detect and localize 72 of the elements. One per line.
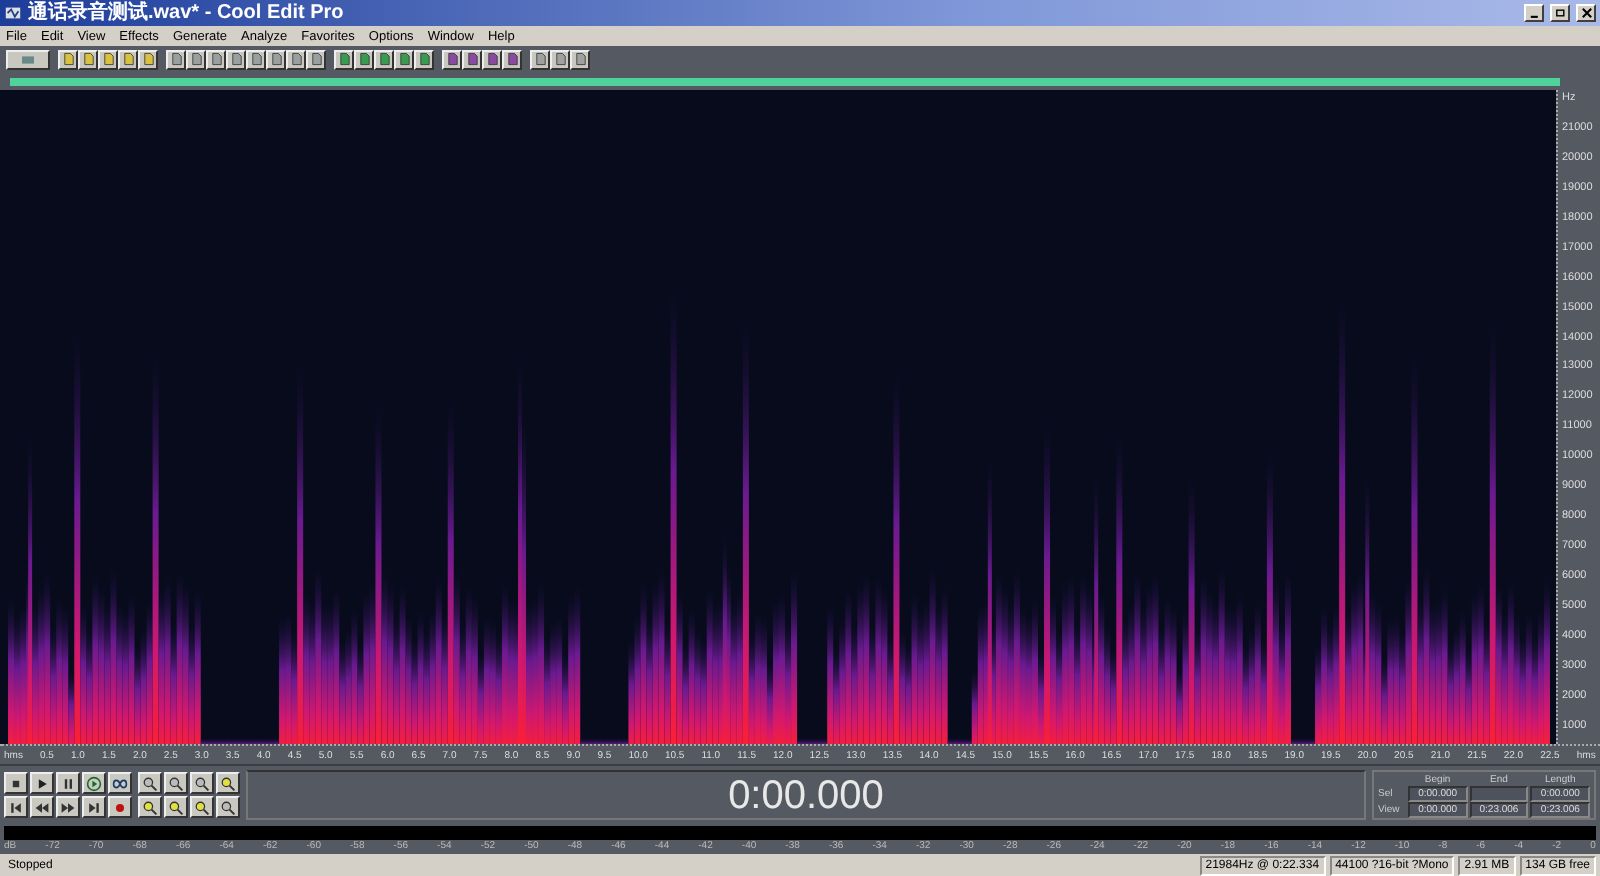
- magnifier-icon: [220, 799, 236, 815]
- skip-start-icon: [8, 799, 24, 815]
- skip-end-button[interactable]: [82, 796, 106, 818]
- play-button[interactable]: [30, 772, 54, 794]
- toolbar-button[interactable]: [206, 49, 226, 69]
- toolbar-button[interactable]: [442, 49, 462, 69]
- close-icon: [1579, 6, 1593, 20]
- fast-forward-button[interactable]: [56, 796, 80, 818]
- overview-bar[interactable]: [10, 77, 1560, 85]
- pause-icon: [60, 775, 76, 791]
- zoom-button[interactable]: [138, 772, 162, 794]
- toolbar-button[interactable]: [354, 49, 374, 69]
- zoom-button[interactable]: [190, 772, 214, 794]
- toolbar-button[interactable]: [266, 49, 286, 69]
- skip-start-button[interactable]: [4, 796, 28, 818]
- close-button[interactable]: [1576, 4, 1596, 22]
- play-icon: [34, 775, 50, 791]
- toolbar-button[interactable]: [374, 49, 394, 69]
- magnifier-icon: [142, 775, 158, 791]
- toolbar-button[interactable]: [502, 49, 522, 69]
- toolbar-button[interactable]: [482, 49, 502, 69]
- rewind-button[interactable]: [30, 796, 54, 818]
- record-icon: [112, 799, 128, 815]
- app-icon: [4, 4, 22, 22]
- fast-forward-icon: [60, 799, 76, 815]
- time-display: 0:00.000: [728, 773, 884, 817]
- magnifier-icon: [168, 775, 184, 791]
- time-field[interactable]: [1469, 785, 1529, 801]
- toolbar-button[interactable]: [550, 49, 570, 69]
- toolbar-button[interactable]: [286, 49, 306, 69]
- toolbar-button[interactable]: [570, 49, 590, 69]
- magnifier-icon: [168, 799, 184, 815]
- toolbar-button[interactable]: [530, 49, 550, 69]
- toolbar-button[interactable]: [414, 49, 434, 69]
- toolbar-button[interactable]: [306, 49, 326, 69]
- toolbar-button[interactable]: [118, 49, 138, 69]
- toolbar-button[interactable]: [462, 49, 482, 69]
- toolbar-button[interactable]: [246, 49, 266, 69]
- play-circle-icon: [86, 775, 102, 791]
- pause-button[interactable]: [56, 772, 80, 794]
- magnifier-icon: [220, 775, 236, 791]
- restore-button[interactable]: [1550, 4, 1570, 22]
- toolbar-button[interactable]: [98, 49, 118, 69]
- magnifier-icon: [194, 799, 210, 815]
- loop-icon: [112, 775, 128, 791]
- stop-button[interactable]: [4, 772, 28, 794]
- zoom-button[interactable]: [216, 772, 240, 794]
- skip-end-icon: [86, 799, 102, 815]
- zoom-button[interactable]: [164, 796, 188, 818]
- toolbar-button[interactable]: [166, 49, 186, 69]
- restore-icon: [1553, 6, 1567, 20]
- toolbar-button[interactable]: [186, 49, 206, 69]
- magnifier-icon: [194, 775, 210, 791]
- zoom-button[interactable]: [164, 772, 188, 794]
- toolbar-button[interactable]: [58, 49, 78, 69]
- rewind-icon: [34, 799, 50, 815]
- toolbar-button[interactable]: [6, 49, 50, 69]
- minimize-button[interactable]: [1524, 4, 1544, 22]
- stop-icon: [8, 775, 24, 791]
- zoom-button[interactable]: [216, 796, 240, 818]
- record-button[interactable]: [108, 796, 132, 818]
- toolbar-button[interactable]: [78, 49, 98, 69]
- toolbar-button[interactable]: [334, 49, 354, 69]
- window-title: 通话录音测试.wav* - Cool Edit Pro: [28, 1, 344, 25]
- zoom-button[interactable]: [190, 796, 214, 818]
- zoom-button[interactable]: [138, 796, 162, 818]
- loop-button[interactable]: [108, 772, 132, 794]
- play-circle-button[interactable]: [82, 772, 106, 794]
- magnifier-icon: [142, 799, 158, 815]
- toolbar-button[interactable]: [138, 49, 158, 69]
- toolbar-button[interactable]: [394, 49, 414, 69]
- toolbar-button[interactable]: [226, 49, 246, 69]
